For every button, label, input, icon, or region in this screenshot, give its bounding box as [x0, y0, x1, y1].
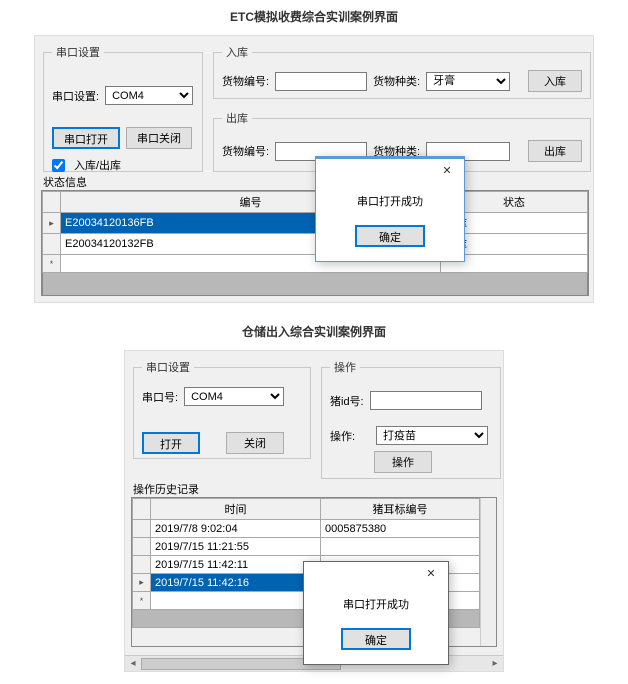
lbl2-pigid: 猪id号: [330, 393, 364, 409]
row-indicator: ▸ [43, 213, 61, 234]
chk-inout[interactable] [52, 159, 65, 172]
row-indicator [43, 234, 61, 255]
btn-in[interactable]: 入库 [528, 70, 582, 92]
scroll-left-icon[interactable]: ◂ [125, 657, 141, 671]
select-in-kind[interactable]: 牙膏 [426, 72, 510, 91]
btn2-open[interactable]: 打开 [142, 432, 200, 454]
lbl-port: 串口设置: [52, 88, 99, 104]
grid-scrollbar-y[interactable] [480, 498, 496, 646]
btn2-op[interactable]: 操作 [374, 451, 432, 473]
input-in-id[interactable] [275, 72, 367, 91]
grid2-col-time[interactable]: 时间 [151, 499, 321, 520]
select2-op[interactable]: 打疫苗 [376, 426, 488, 445]
group-serial: 串口设置 串口设置: COM4 串口打开 串口关闭 入库/出库 [43, 44, 203, 172]
lbl-in-kind: 货物种类: [373, 73, 420, 89]
input2-pigid[interactable] [370, 391, 482, 410]
app1-panel: 串口设置 串口设置: COM4 串口打开 串口关闭 入库/出库 入库 货物编号:… [34, 35, 594, 303]
lbl2-op: 操作: [330, 428, 370, 444]
dialog-port-open: ✕ 串口打开成功 确定 [315, 156, 465, 262]
dialog2-ok-button[interactable]: 确定 [341, 628, 411, 650]
dialog2-titlebar: ✕ [304, 562, 448, 584]
grid-corner [43, 192, 61, 213]
group2-op: 操作 猪id号: 操作: 打疫苗 操作 [321, 359, 501, 479]
row-indicator-new: * [43, 255, 61, 273]
close-icon[interactable]: ✕ [434, 161, 460, 179]
dialog-msg: 串口打开成功 [334, 193, 446, 209]
group-in-legend: 入库 [222, 44, 252, 60]
select-port[interactable]: COM4 [105, 86, 193, 105]
table-row-empty [43, 273, 588, 297]
scroll-right-icon[interactable]: ▸ [487, 657, 503, 671]
close-icon[interactable]: ✕ [418, 564, 444, 582]
lbl2-history: 操作历史记录 [133, 481, 199, 497]
lbl-status: 状态信息 [43, 174, 87, 190]
grid2-corner [133, 499, 151, 520]
lbl-out-id: 货物编号: [222, 143, 269, 159]
btn-port-close[interactable]: 串口关闭 [126, 127, 192, 149]
caption-etc: ETC模拟收费综合实训案例界面 [0, 0, 628, 35]
grid2-col-tag[interactable]: 猪耳标编号 [321, 499, 480, 520]
lbl-inout: 入库/出库 [74, 157, 121, 173]
btn-port-open[interactable]: 串口打开 [52, 127, 120, 149]
group2-serial-legend: 串口设置 [142, 359, 194, 375]
group-out-legend: 出库 [222, 110, 252, 126]
group-in: 入库 货物编号: 货物种类: 牙膏 入库 [213, 44, 591, 99]
group2-serial: 串口设置 串口号: COM4 打开 关闭 [133, 359, 311, 459]
lbl-in-id: 货物编号: [222, 73, 269, 89]
row-indicator: ▸ [133, 574, 151, 592]
dialog2-msg: 串口打开成功 [322, 596, 430, 612]
select2-port[interactable]: COM4 [184, 387, 284, 406]
btn2-close[interactable]: 关闭 [226, 432, 284, 454]
dialog-ok-button[interactable]: 确定 [355, 225, 425, 247]
app2-panel: 串口设置 串口号: COM4 打开 关闭 操作 猪id号: 操作: 打疫苗 操作 [124, 350, 504, 672]
group2-op-legend: 操作 [330, 359, 360, 375]
btn-out[interactable]: 出库 [528, 140, 582, 162]
lbl2-port: 串口号: [142, 389, 178, 405]
group-serial-legend: 串口设置 [52, 44, 104, 60]
dialog-titlebar: ✕ [316, 159, 464, 181]
table-row[interactable]: 2019/7/15 11:21:55 [133, 538, 480, 556]
table-row[interactable]: 2019/7/8 9:02:04 0005875380 [133, 520, 480, 538]
dialog2-port-open: ✕ 串口打开成功 确定 [303, 561, 449, 665]
caption-warehouse: 仓储出入综合实训案例界面 [0, 315, 628, 350]
